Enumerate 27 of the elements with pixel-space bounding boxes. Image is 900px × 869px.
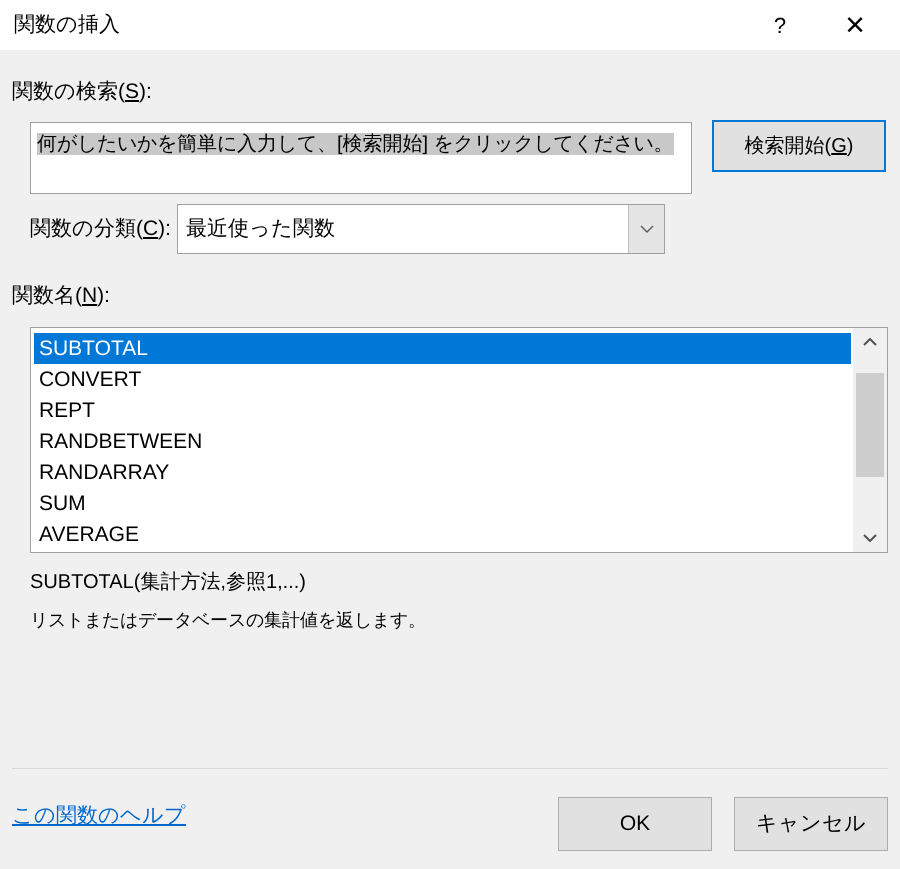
search-label: 関数の検索(S): [12, 79, 152, 105]
function-item[interactable]: SUM [34, 488, 851, 519]
function-item[interactable]: RANDBETWEEN [34, 426, 851, 457]
scroll-down-icon[interactable] [863, 534, 877, 542]
help-button[interactable]: ? [750, 0, 810, 50]
category-label: 関数の分類(C): [30, 216, 171, 242]
function-list[interactable]: SUBTOTAL CONVERT REPT RANDBETWEEN RANDARRAY SUM AVERAGE [30, 327, 888, 553]
help-link[interactable]: この関数のヘルプ [12, 800, 558, 832]
function-syntax: SUBTOTAL(集計方法,参照1,...) [30, 570, 306, 595]
function-item[interactable]: SUBTOTAL [34, 333, 851, 364]
category-dropdown[interactable]: 最近使った関数 [177, 204, 665, 254]
function-name-label: 関数名(N): [12, 282, 110, 308]
cancel-button[interactable]: キャンセル [734, 797, 888, 851]
function-item[interactable]: AVERAGE [34, 519, 851, 550]
function-item[interactable]: CONVERT [34, 364, 851, 395]
ok-button[interactable]: OK [558, 797, 712, 851]
window-title: 関数の挿入 [14, 12, 121, 38]
scroll-thumb[interactable] [856, 373, 884, 477]
function-item[interactable]: RANDARRAY [34, 457, 851, 488]
function-item[interactable]: REPT [34, 395, 851, 426]
search-field[interactable]: 何がしたいかを簡単に入力して、[検索開始] をクリックしてください。 [30, 122, 692, 194]
function-description: リストまたはデータベースの集計値を返します。 [30, 609, 426, 632]
close-button[interactable]: × [810, 0, 900, 50]
chevron-down-icon [640, 224, 654, 232]
scroll-up-icon[interactable] [863, 338, 877, 346]
search-button[interactable]: 検索開始(G) [712, 120, 886, 172]
scrollbar[interactable] [853, 328, 887, 552]
